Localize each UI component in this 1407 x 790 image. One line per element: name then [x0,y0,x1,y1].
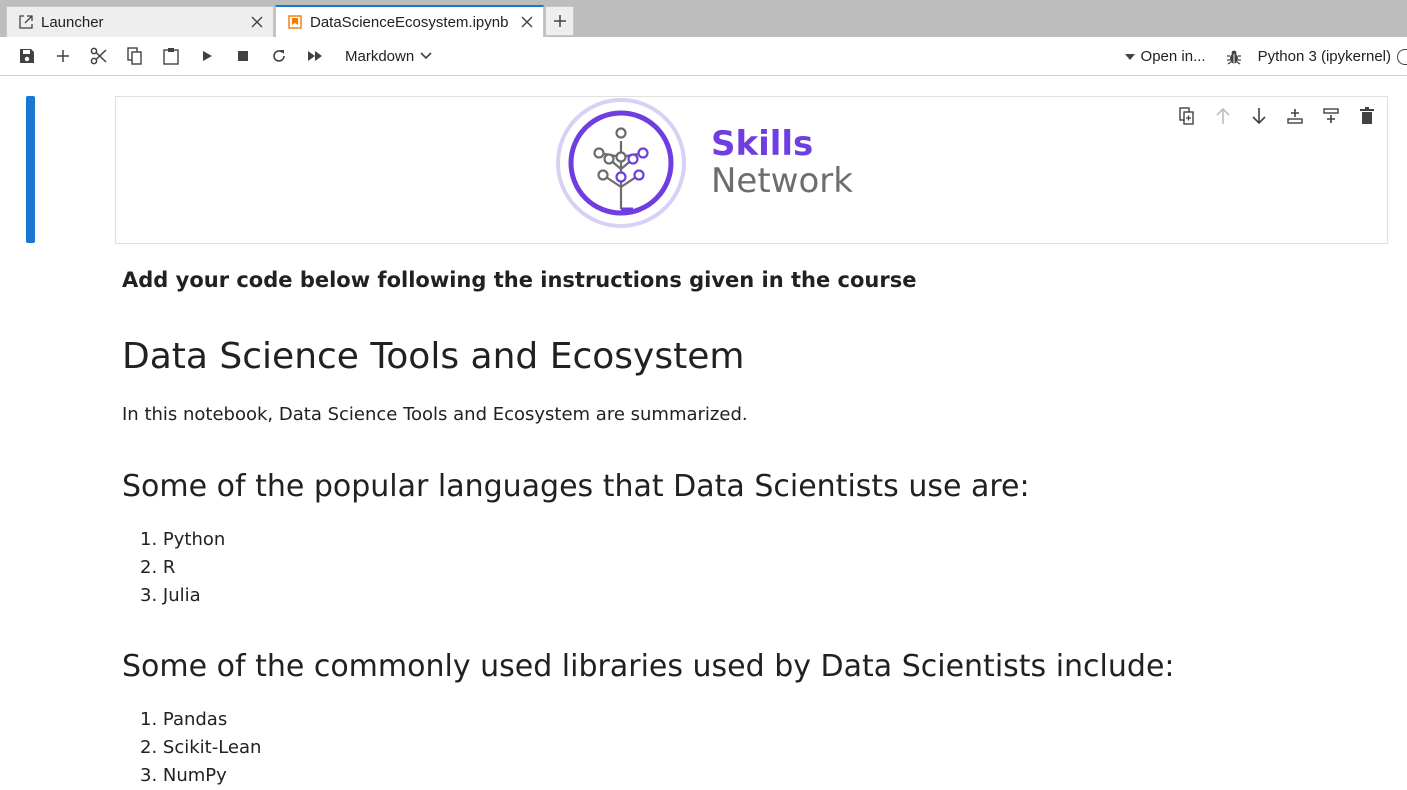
play-icon [203,51,212,61]
cell-toolbar [1175,105,1379,127]
logo-text-network: Network [711,161,853,201]
restart-run-all-button[interactable] [297,41,333,71]
list-item: 2. Scikit-Lean [140,737,262,758]
tab-launcher-label: Launcher [41,13,104,31]
tab-notebook-label: DataScienceEcosystem.ipynb [310,13,509,31]
refresh-icon [273,50,285,62]
caret-down-icon [1124,53,1135,60]
cell-collapser[interactable] [26,96,35,243]
list-item: 1. Pandas [140,709,228,730]
arrow-up-icon [1216,107,1230,124]
list-item: 3. NumPy [140,765,227,786]
duplicate-icon [1179,107,1194,125]
stop-icon [238,51,248,61]
languages-list: 1. Python 2. R 3. Julia [140,526,225,610]
open-in-button[interactable]: Open in... [1124,48,1206,65]
logo-text-skills: Skills [711,124,814,164]
notebook-toolbar: Markdown Open in... Python 3 (ipykernel) [0,37,1407,76]
run-button[interactable] [189,41,225,71]
launcher-icon [18,14,34,30]
intro-paragraph: In this notebook, Data Science Tools and… [122,404,748,425]
cell-type-label: Markdown [345,47,415,65]
cut-button[interactable] [81,41,117,71]
notebook-title: Data Science Tools and Ecosystem [122,336,745,377]
notebook-icon [287,14,303,30]
cell-type-select[interactable]: Markdown [345,48,432,65]
duplicate-cell-button[interactable] [1175,105,1199,127]
clipboard-icon [163,48,179,65]
tab-launcher[interactable]: Launcher [6,6,274,37]
chevron-down-icon [420,52,432,60]
close-icon[interactable] [249,14,265,30]
list-item: 1. Python [140,529,226,550]
plus-icon [553,15,566,27]
bug-icon [1226,50,1241,65]
trash-icon [1360,107,1374,124]
save-icon [20,49,34,63]
restart-button[interactable] [261,41,297,71]
kernel-status-icon [1397,48,1407,65]
instructions-text: Add your code below following the instru… [122,268,917,292]
open-in-label: Open in... [1140,48,1206,65]
copy-button[interactable] [117,41,153,71]
delete-cell-button[interactable] [1355,105,1379,127]
libraries-heading: Some of the commonly used libraries used… [122,649,1175,684]
close-icon[interactable] [519,14,535,30]
interrupt-button[interactable] [225,41,261,71]
list-item: 3. Julia [140,585,201,606]
markdown-image-cell[interactable]: Skills Network [115,96,1388,244]
insert-above-icon [1287,109,1303,124]
notebook-panel: Skills Network Add your code below follo… [0,77,1407,788]
save-button[interactable] [9,41,45,71]
new-tab-button[interactable] [545,6,574,36]
plus-icon [57,50,69,62]
fast-forward-icon [308,51,322,61]
insert-above-button[interactable] [1283,105,1307,127]
move-up-button[interactable] [1211,105,1235,127]
scissors-icon [90,47,107,65]
tab-notebook[interactable]: DataScienceEcosystem.ipynb [275,5,544,37]
insert-below-icon [1323,108,1339,123]
kernel-name[interactable]: Python 3 (ipykernel) [1258,48,1391,65]
tab-bar: Launcher DataScienceEcosystem.ipynb [0,0,1407,37]
paste-button[interactable] [153,41,189,71]
toolbar-right: Open in... Python 3 (ipykernel) [1124,37,1407,76]
debugger-button[interactable] [1226,49,1242,65]
insert-cell-button[interactable] [45,41,81,71]
list-item: 2. R [140,557,176,578]
libraries-list: 1. Pandas 2. Scikit-Lean 3. NumPy [140,706,261,790]
copy-icon [127,47,142,65]
languages-heading: Some of the popular languages that Data … [122,469,1030,504]
insert-below-button[interactable] [1319,105,1343,127]
arrow-down-icon [1252,108,1266,125]
move-down-button[interactable] [1247,105,1271,127]
